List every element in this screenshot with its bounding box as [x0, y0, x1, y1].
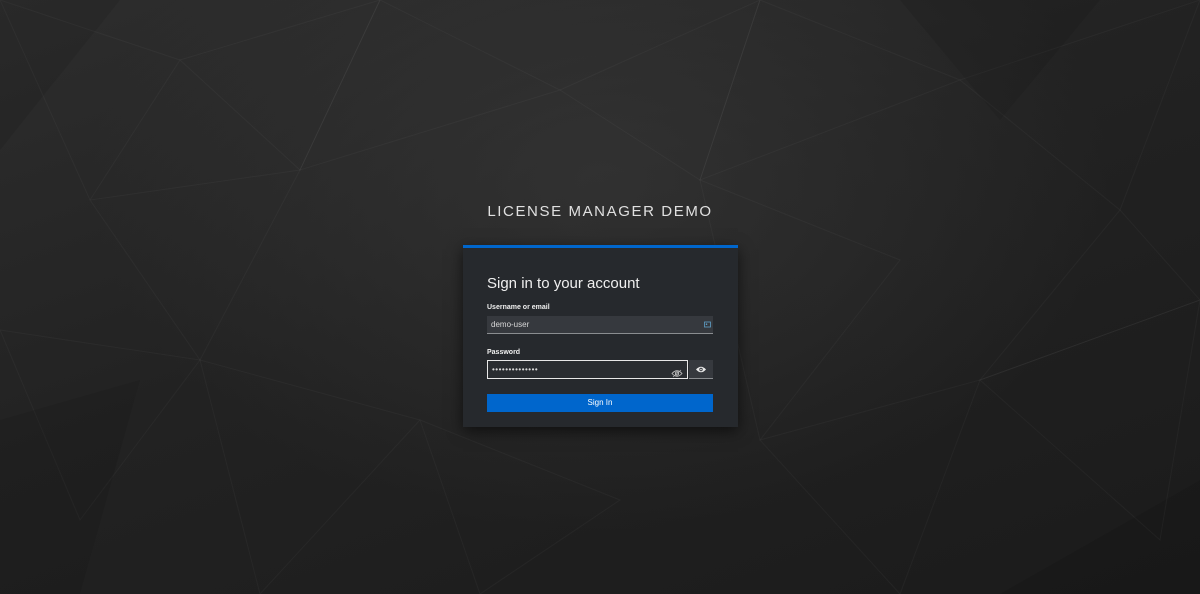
password-field[interactable] [487, 360, 688, 379]
eye-icon[interactable] [671, 365, 683, 378]
username-label: Username or email [487, 304, 550, 311]
sign-in-button[interactable]: Sign In [487, 394, 713, 412]
password-label: Password [487, 349, 521, 356]
app-brand-title: LICENSE MANAGER DEMO [487, 203, 713, 220]
show-password-button[interactable] [689, 360, 713, 379]
page-title: Sign in to your account [487, 275, 640, 292]
eye-icon [696, 366, 706, 373]
login-card: Sign in to your account Username or emai… [463, 245, 738, 427]
username-field[interactable] [487, 316, 713, 334]
user-card-icon [704, 321, 711, 328]
